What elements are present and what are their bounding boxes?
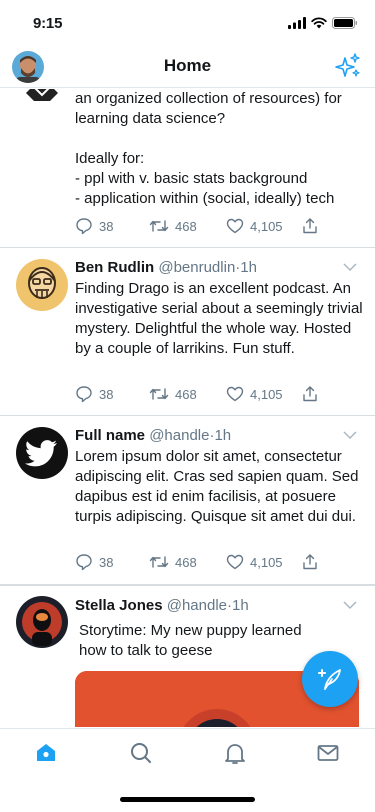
like-count: 4,105 — [250, 218, 283, 234]
tweet-avatar[interactable] — [16, 89, 68, 105]
tweet-avatar[interactable] — [16, 259, 68, 311]
retweet-count: 468 — [175, 554, 197, 570]
reply-icon — [76, 218, 92, 235]
heart-icon — [226, 554, 244, 570]
status-time: 9:15 — [33, 15, 63, 32]
tweet-text: an organized collection of resources) fo… — [75, 90, 342, 207]
like-button[interactable]: 4,105 — [226, 553, 283, 571]
compose-tweet-button[interactable] — [302, 651, 358, 707]
tweet-timestamp: 1h — [214, 427, 232, 444]
share-button[interactable] — [301, 385, 319, 403]
cellular-signal-icon — [288, 17, 306, 29]
retweet-button[interactable]: 468 — [149, 553, 197, 571]
share-button[interactable] — [301, 553, 319, 571]
tweet-timestamp: 1h — [240, 259, 257, 276]
reply-button[interactable]: 38 — [75, 385, 113, 403]
home-indicator[interactable] — [120, 797, 255, 802]
reply-icon — [76, 554, 92, 571]
retweet-count: 468 — [175, 386, 197, 402]
reply-count: 38 — [99, 386, 114, 402]
reply-count: 38 — [99, 218, 114, 234]
tweet-text: Storytime: My new puppy learned how to t… — [79, 622, 302, 659]
author-handle[interactable]: @handle — [149, 427, 209, 444]
tweet[interactable]: Ben Rudlin @benrudlin·1h Finding Drago i… — [0, 248, 375, 416]
reply-button[interactable]: 38 — [75, 553, 113, 571]
retweet-button[interactable]: 468 — [149, 385, 197, 403]
tweet[interactable]: an organized collection of resources) fo… — [0, 89, 375, 248]
author-handle[interactable]: @handle — [167, 597, 227, 614]
tweet-actions: 38 468 4,105 — [75, 553, 325, 573]
tweet-text: Lorem ipsum dolor sit amet, consectetur … — [75, 448, 359, 525]
like-count: 4,105 — [250, 554, 283, 570]
tweet-avatar[interactable] — [16, 596, 68, 648]
chevron-down-icon[interactable] — [343, 600, 357, 610]
battery-icon — [332, 17, 357, 29]
like-button[interactable]: 4,105 — [226, 217, 283, 235]
chevron-down-icon[interactable] — [343, 262, 357, 272]
share-icon — [303, 386, 317, 402]
share-icon — [303, 554, 317, 570]
status-icons — [288, 17, 358, 29]
heart-icon — [226, 386, 244, 402]
tweet-avatar[interactable] — [16, 427, 68, 479]
sparkle-icon[interactable] — [335, 53, 361, 79]
tweet-text: Finding Drago is an excellent podcast. A… — [75, 280, 363, 357]
reply-count: 38 — [99, 554, 114, 570]
reply-icon — [76, 386, 92, 403]
tweet-actions: 38 468 4,105 — [75, 385, 325, 405]
tweet-timestamp: 1h — [232, 597, 249, 614]
page-title: Home — [163, 56, 212, 75]
author-name[interactable]: Stella Jones — [75, 597, 163, 614]
compose-feather-icon — [318, 669, 341, 690]
tweet-header: Stella Jones @handle·1h — [75, 597, 249, 614]
retweet-button[interactable]: 468 — [149, 217, 197, 235]
share-button[interactable] — [301, 217, 319, 235]
messages-icon[interactable] — [316, 741, 340, 765]
notifications-icon[interactable] — [223, 741, 247, 765]
tweet-actions: 38 468 4,105 — [75, 217, 325, 237]
top-navigation-bar: Home — [0, 44, 375, 88]
tweet-header: Ben Rudlin @benrudlin·1h — [75, 259, 257, 276]
reply-button[interactable]: 38 — [75, 217, 113, 235]
status-bar: 9:15 — [0, 0, 375, 44]
retweet-icon — [149, 388, 169, 400]
retweet-count: 468 — [175, 218, 197, 234]
author-name[interactable]: Ben Rudlin — [75, 259, 154, 276]
wifi-icon — [311, 17, 327, 29]
like-button[interactable]: 4,105 — [226, 385, 283, 403]
author-name[interactable]: Full name — [75, 427, 145, 444]
author-handle[interactable]: @benrudlin — [158, 259, 235, 276]
share-icon — [303, 218, 317, 234]
timeline-feed[interactable]: an organized collection of resources) fo… — [0, 89, 375, 727]
tweet[interactable]: Full name @handle·1h Lorem ipsum dolor s… — [0, 416, 375, 585]
like-count: 4,105 — [250, 386, 283, 402]
chevron-down-icon[interactable] — [343, 430, 357, 440]
retweet-icon — [149, 220, 169, 232]
heart-icon — [226, 218, 244, 234]
retweet-icon — [149, 556, 169, 568]
home-icon[interactable] — [34, 741, 58, 765]
search-icon[interactable] — [129, 741, 153, 765]
tweet-header: Full name @handle·1h — [75, 427, 231, 444]
